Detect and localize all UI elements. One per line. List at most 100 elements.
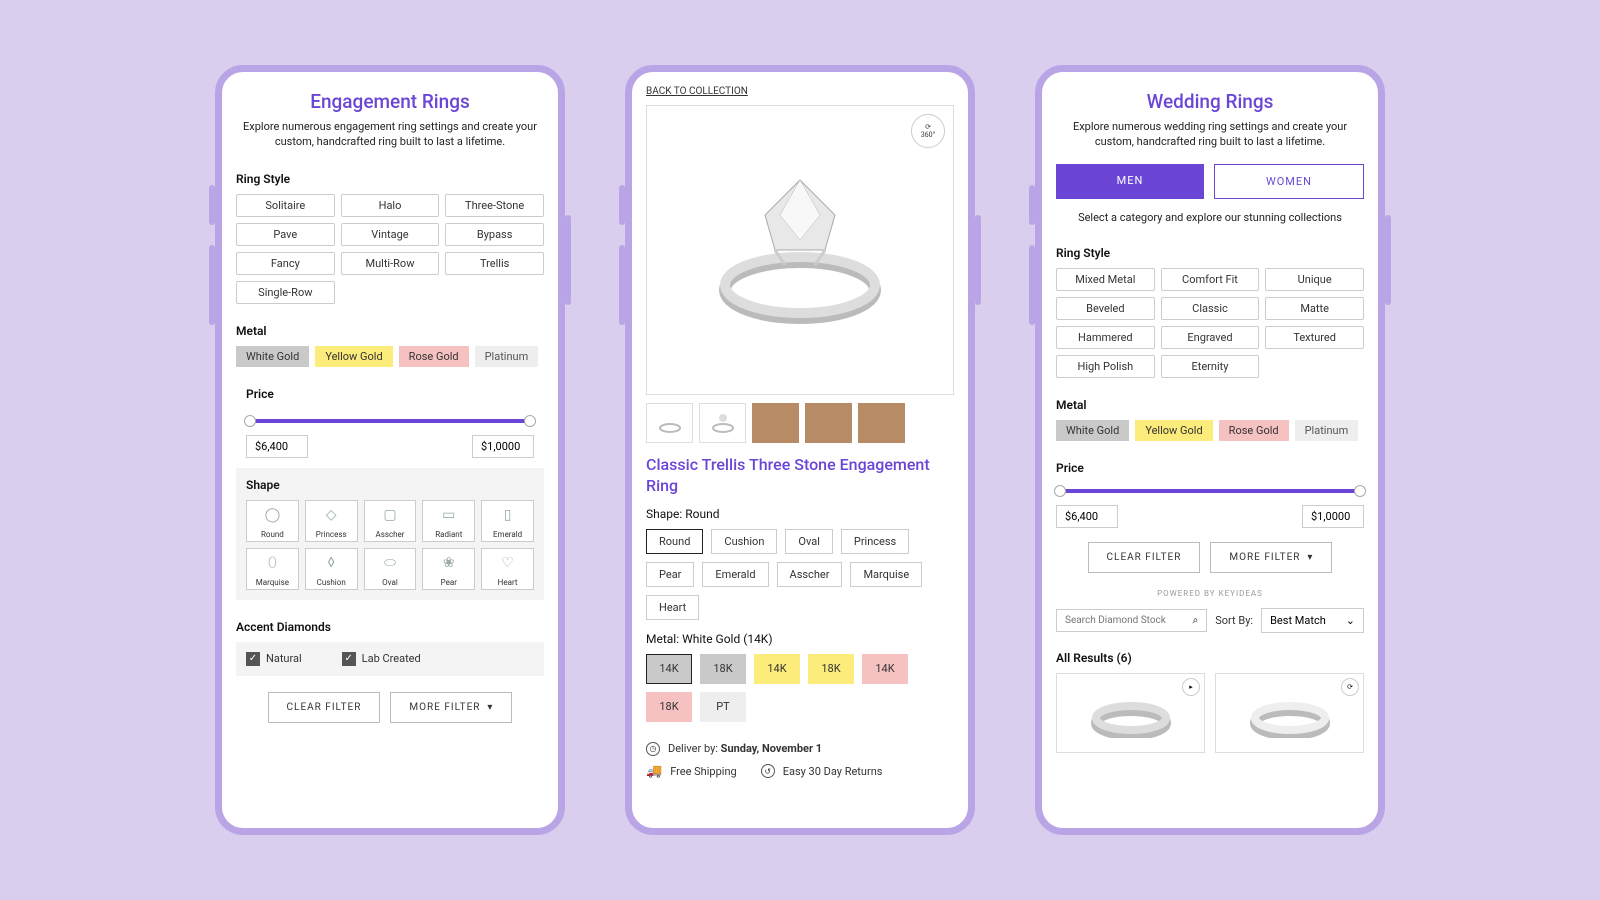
segment-women[interactable]: WOMEN	[1214, 164, 1364, 199]
price-slider[interactable]	[1056, 489, 1364, 493]
shape-option[interactable]: Pear	[646, 562, 694, 587]
metal-platinum[interactable]: Platinum	[475, 346, 539, 367]
accent-label: Accent Diamonds	[236, 620, 544, 634]
metal-yellow-gold[interactable]: Yellow Gold	[1135, 420, 1212, 441]
checkbox-natural[interactable]: ✓Natural	[246, 652, 302, 666]
thumb-5[interactable]	[858, 403, 905, 443]
metal-label: Metal	[236, 324, 544, 338]
shape-radiant[interactable]: ▭Radiant	[422, 500, 475, 542]
shape-pear[interactable]: ❀Pear	[422, 548, 475, 590]
style-chip[interactable]: Unique	[1265, 268, 1364, 291]
style-chip[interactable]: Eternity	[1161, 355, 1260, 378]
chevron-down-icon: ⌄	[1346, 614, 1355, 627]
metal-attr-label: Metal: White Gold (14K)	[646, 632, 954, 646]
sort-label: Sort By:	[1215, 614, 1253, 627]
shape-princess[interactable]: ◇Princess	[305, 500, 358, 542]
metal-swatch[interactable]: PT	[700, 692, 746, 722]
price-max-input[interactable]: $1,0000	[472, 435, 534, 458]
thumb-1[interactable]	[646, 403, 693, 443]
shape-option[interactable]: Oval	[785, 529, 832, 554]
shape-heart[interactable]: ♡Heart	[481, 548, 534, 590]
thumb-2[interactable]	[699, 403, 746, 443]
metal-swatch[interactable]: 14K	[754, 654, 800, 684]
page-title: Engagement Rings	[236, 90, 544, 113]
style-chip[interactable]: Textured	[1265, 326, 1364, 349]
shape-cushion[interactable]: ◊Cushion	[305, 548, 358, 590]
style-chip[interactable]: Comfort Fit	[1161, 268, 1260, 291]
shape-option[interactable]: Heart	[646, 595, 699, 620]
style-chip[interactable]: Matte	[1265, 297, 1364, 320]
returns-info: ↺ Easy 30 Day Returns	[761, 764, 883, 779]
page-subtitle: Explore numerous engagement ring setting…	[236, 119, 544, 150]
shape-option[interactable]: Emerald	[702, 562, 768, 587]
price-min-input[interactable]: $6,400	[246, 435, 308, 458]
price-label: Price	[236, 387, 544, 401]
metal-swatch[interactable]: 18K	[646, 692, 692, 722]
search-icon: ⌕	[1193, 615, 1199, 626]
shape-option[interactable]: Princess	[841, 529, 909, 554]
style-chip[interactable]: High Polish	[1056, 355, 1155, 378]
style-chip[interactable]: Pave	[236, 223, 335, 246]
metal-rose-gold[interactable]: Rose Gold	[1219, 420, 1289, 441]
style-chip[interactable]: Solitaire	[236, 194, 335, 217]
shape-label: Shape	[246, 478, 534, 492]
result-card[interactable]: ▸	[1056, 673, 1205, 753]
style-chip[interactable]: Three-Stone	[445, 194, 544, 217]
price-slider[interactable]	[246, 419, 534, 423]
more-filter-button[interactable]: MORE FILTER ▾	[1210, 542, 1332, 573]
return-icon: ↺	[761, 764, 775, 778]
price-min-input[interactable]: $6,400	[1056, 505, 1118, 528]
metal-platinum[interactable]: Platinum	[1295, 420, 1359, 441]
shape-asscher[interactable]: ▢Asscher	[364, 500, 417, 542]
engagement-panel: Engagement Rings Explore numerous engage…	[215, 65, 565, 835]
metal-swatch[interactable]: 18K	[808, 654, 854, 684]
metal-swatch[interactable]: 18K	[700, 654, 746, 684]
sort-select[interactable]: Best Match ⌄	[1261, 608, 1364, 633]
result-card[interactable]: ⟳	[1215, 673, 1364, 753]
style-chip[interactable]: Hammered	[1056, 326, 1155, 349]
style-chip[interactable]: Mixed Metal	[1056, 268, 1155, 291]
shape-option[interactable]: Marquise	[850, 562, 922, 587]
more-filter-button[interactable]: MORE FILTER ▾	[390, 692, 512, 723]
metal-rose-gold[interactable]: Rose Gold	[399, 346, 469, 367]
style-chip[interactable]: Vintage	[341, 223, 440, 246]
page-subtitle: Explore numerous wedding ring settings a…	[1056, 119, 1364, 150]
style-chip[interactable]: Trellis	[445, 252, 544, 275]
metal-swatch[interactable]: 14K	[646, 654, 692, 684]
shape-oval[interactable]: ⬭Oval	[364, 548, 417, 590]
shape-marquise[interactable]: ⬯Marquise	[246, 548, 299, 590]
shape-emerald[interactable]: ▯Emerald	[481, 500, 534, 542]
style-chip[interactable]: Halo	[341, 194, 440, 217]
shape-attr-label: Shape: Round	[646, 507, 954, 521]
style-chip[interactable]: Single-Row	[236, 281, 335, 304]
metal-white-gold[interactable]: White Gold	[1056, 420, 1129, 441]
metal-white-gold[interactable]: White Gold	[236, 346, 309, 367]
shape-option[interactable]: Cushion	[711, 529, 777, 554]
price-max-input[interactable]: $1,0000	[1302, 505, 1364, 528]
thumb-3[interactable]	[752, 403, 799, 443]
style-chip[interactable]: Classic	[1161, 297, 1260, 320]
checkbox-lab-created[interactable]: ✓Lab Created	[342, 652, 421, 666]
style-chip[interactable]: Multi-Row	[341, 252, 440, 275]
shape-option[interactable]: Round	[646, 529, 703, 554]
thumb-4[interactable]	[805, 403, 852, 443]
clear-filter-button[interactable]: CLEAR FILTER	[268, 692, 381, 723]
metal-label: Metal	[1056, 398, 1364, 412]
play-icon: ▸	[1182, 678, 1200, 696]
360-icon: ⟳	[1341, 678, 1359, 696]
style-chip[interactable]: Beveled	[1056, 297, 1155, 320]
back-to-collection-link[interactable]: BACK TO COLLECTION	[646, 86, 954, 97]
style-chip[interactable]: Bypass	[445, 223, 544, 246]
shape-round[interactable]: ◯Round	[246, 500, 299, 542]
metal-yellow-gold[interactable]: Yellow Gold	[315, 346, 392, 367]
search-input[interactable]: Search Diamond Stock ⌕	[1056, 609, 1207, 632]
style-chip[interactable]: Engraved	[1161, 326, 1260, 349]
360-badge[interactable]: ⟳360°	[911, 114, 945, 148]
style-chip[interactable]: Fancy	[236, 252, 335, 275]
shape-option[interactable]: Asscher	[777, 562, 843, 587]
ring-style-label: Ring Style	[236, 172, 544, 186]
clear-filter-button[interactable]: CLEAR FILTER	[1088, 542, 1201, 573]
truck-icon: 🚚	[646, 764, 662, 779]
metal-swatch[interactable]: 14K	[862, 654, 908, 684]
segment-men[interactable]: MEN	[1056, 164, 1204, 199]
